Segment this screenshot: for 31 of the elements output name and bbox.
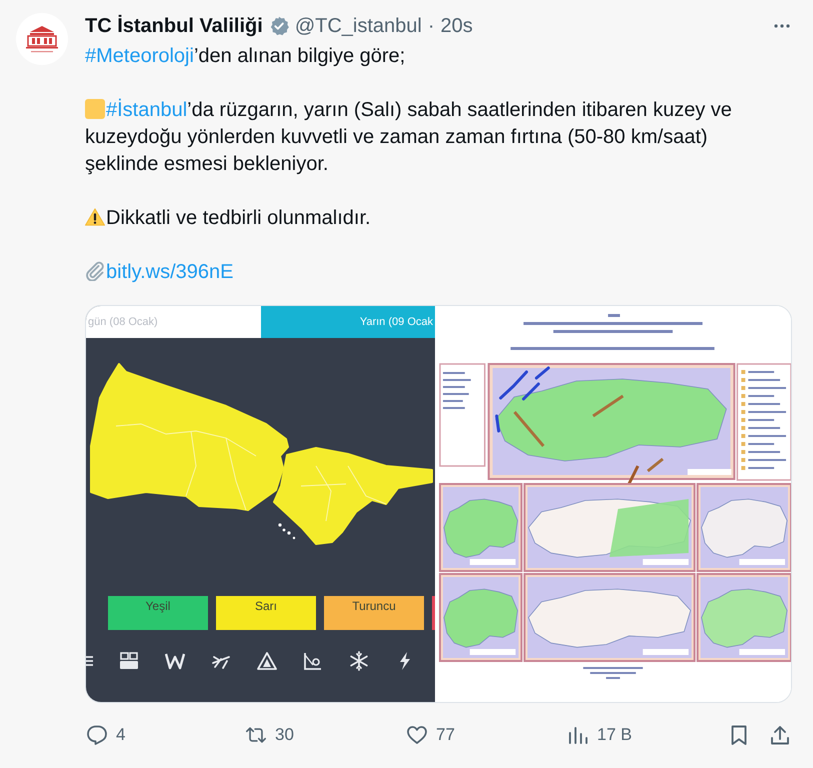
zigzag-icon: [165, 651, 185, 671]
square-emoji-icon: [85, 99, 105, 119]
paperclip-icon: [85, 261, 105, 281]
legend-item: Turuncu: [324, 596, 424, 630]
separator-dot: ·: [428, 14, 435, 38]
reply-button[interactable]: 4: [86, 724, 126, 746]
blocks-icon: [119, 651, 139, 671]
warning-icon: [85, 207, 105, 227]
author-handle[interactable]: @TC_istanbul: [294, 14, 422, 38]
repost-button[interactable]: 30: [245, 724, 294, 746]
snowflake-icon: [349, 651, 369, 671]
legend-item: Sarı: [216, 596, 316, 630]
share-icon: [769, 724, 791, 746]
heart-icon: [406, 724, 428, 746]
post-time[interactable]: 20s: [440, 14, 473, 38]
author-name[interactable]: TC İstanbul Valiliği: [85, 14, 263, 38]
tweet-text: #İstanbul’da rüzgarın, yarın (Salı) sabah saatlerinden itibaren kuzey ve kuzeydoğu yönlerden kuvvetli ve zaman zaman fırtına (50-80 km/saat) şeklinde esmesi bekleniyor.: [85, 98, 733, 177]
speech-bubble-icon: [86, 724, 108, 746]
like-button[interactable]: 77: [406, 724, 455, 746]
views-button[interactable]: 17 B: [567, 724, 632, 746]
day-tab: Yarın (09 Ocak: [260, 306, 435, 338]
day-tab: gün (08 Ocak): [86, 306, 260, 338]
tweet-text: Dikkatli ve tedbirli olunmalıdır.: [85, 205, 782, 232]
tweet-text: #Meteoroloji’den alınan bilgiye göre;: [85, 44, 406, 69]
legend-item: Yeşil: [108, 596, 208, 630]
warning-map-screenshot[interactable]: gün (08 Ocak) Yarın (09 Ocak Yeşil Sarı Turuncu: [86, 306, 435, 702]
bar-chart-icon: [567, 724, 589, 746]
slope-icon: [303, 651, 323, 671]
mountain-icon: [257, 651, 277, 671]
share-button[interactable]: [769, 724, 791, 746]
building-logo-icon[interactable]: [16, 13, 68, 65]
